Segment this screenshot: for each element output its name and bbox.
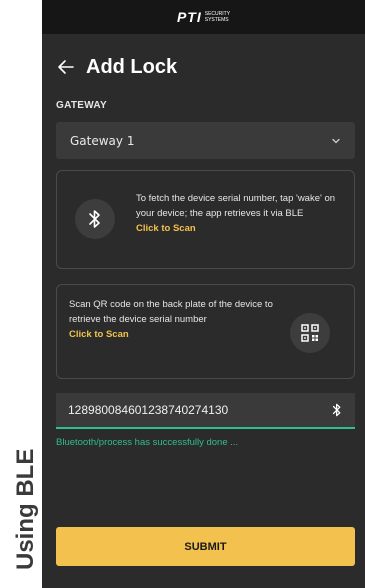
ble-scan-card: To fetch the device serial number, tap '… [56, 170, 355, 269]
qr-icon-circle[interactable] [290, 313, 330, 353]
bluetooth-icon[interactable] [331, 403, 343, 417]
ble-card-text: To fetch the device serial number, tap '… [136, 191, 348, 236]
logo-sub-line-2: SYSTEMS [204, 17, 229, 23]
top-bar: PTI SECURITY SYSTEMS [42, 0, 365, 34]
page-title: Add Lock [86, 55, 178, 78]
submit-button[interactable]: SUBMIT [56, 527, 355, 566]
ble-instructions: To fetch the device serial number, tap '… [136, 193, 336, 219]
arrow-left-icon[interactable] [56, 57, 76, 77]
serial-number-value: 128980084601238740274130 [68, 403, 229, 417]
side-caption: Using BLE [12, 448, 39, 570]
qr-code-icon [301, 324, 319, 342]
phone-screen: PTI SECURITY SYSTEMS Add Lock GATEWAY Ga… [42, 0, 365, 588]
status-message: Bluetooth/process has successfully done … [56, 437, 239, 448]
ble-icon-circle[interactable] [75, 199, 115, 239]
qr-instructions: Scan QR code on the back plate of the de… [69, 299, 273, 325]
page-header: Add Lock [42, 34, 365, 100]
chevron-down-icon [332, 138, 340, 143]
gateway-select[interactable]: Gateway 1 [56, 122, 355, 159]
gateway-selected-value: Gateway 1 [70, 133, 135, 148]
serial-number-field[interactable]: 128980084601238740274130 [56, 393, 355, 429]
qr-card-text: Scan QR code on the back plate of the de… [69, 297, 279, 342]
logo-sub-text: SECURITY SYSTEMS [205, 11, 230, 23]
brand-logo: PTI SECURITY SYSTEMS [177, 9, 230, 25]
ble-scan-link[interactable]: Click to Scan [136, 221, 348, 236]
qr-scan-card: Scan QR code on the back plate of the de… [56, 284, 355, 379]
gateway-label: GATEWAY [56, 100, 107, 111]
qr-scan-link[interactable]: Click to Scan [69, 327, 279, 342]
logo-main-text: PTI [176, 9, 202, 25]
bluetooth-icon [89, 210, 100, 228]
